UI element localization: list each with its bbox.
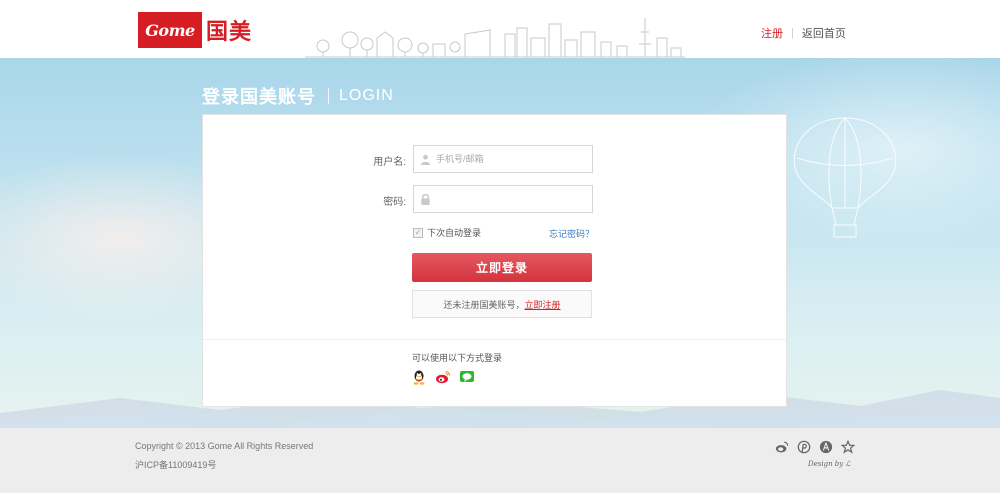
footer: Copyright © 2013 Gome All Rights Reserve… — [0, 428, 1000, 493]
register-now-link[interactable]: 立即注册 — [525, 298, 561, 311]
login-button[interactable]: 立即登录 — [412, 253, 592, 282]
hot-air-balloon-illustration — [793, 117, 897, 238]
username-input[interactable] — [436, 146, 592, 172]
username-field-wrapper — [413, 145, 593, 173]
password-input[interactable] — [436, 186, 592, 212]
user-icon — [414, 146, 436, 172]
logo-badge: Gome — [138, 12, 202, 48]
header: Gome 国美 注册 | 返回首页 — [0, 0, 1000, 58]
logo-chinese-text: 国美 — [206, 19, 253, 44]
lock-icon — [414, 186, 436, 212]
register-link[interactable]: 注册 — [761, 25, 783, 41]
remember-me-label: 下次自动登录 — [427, 228, 482, 238]
card-divider — [203, 339, 786, 340]
password-label: 密码: — [383, 197, 406, 208]
weibo-icon[interactable] — [435, 369, 451, 385]
city-skyline-illustration — [305, 18, 685, 58]
social-login-heading: 可以使用以下方式登录 — [412, 353, 503, 363]
register-prompt: 还未注册国美账号， 立即注册 — [412, 290, 592, 318]
back-to-home-link[interactable]: 返回首页 — [802, 25, 846, 41]
username-label: 用户名: — [373, 157, 406, 168]
star-icon[interactable] — [840, 439, 856, 454]
title-chinese: 登录国美账号 — [202, 87, 316, 107]
social-login-icons — [411, 369, 475, 385]
login-card: 用户名: 密码: ✓ 下次自动登录 忘记密码？ 立即登录 还未注册国美账号， 立… — [202, 114, 787, 407]
password-field-wrapper — [413, 185, 593, 213]
link-separator: | — [791, 27, 794, 39]
remember-me: ✓ 下次自动登录 — [413, 226, 481, 239]
footer-social-icons — [775, 439, 856, 454]
top-links: 注册 | 返回首页 — [761, 25, 846, 41]
title-english: LOGIN — [339, 87, 394, 104]
register-prompt-text: 还未注册国美账号， — [443, 299, 525, 310]
leaf-icon[interactable] — [819, 440, 833, 454]
weibo-icon[interactable] — [775, 440, 789, 454]
remember-me-checkbox[interactable]: ✓ — [413, 227, 423, 238]
page-title: 登录国美账号 LOGIN — [202, 83, 394, 109]
icp-license: 沪ICP备11009419号 — [135, 460, 217, 470]
copyright-text: Copyright © 2013 Gome All Rights Reserve… — [135, 441, 314, 451]
gome-logo[interactable]: Gome 国美 — [138, 12, 252, 48]
qq-icon[interactable] — [411, 369, 427, 385]
design-credit: Design by ℒ — [808, 460, 851, 468]
title-divider — [328, 88, 329, 104]
forgot-password-link[interactable]: 忘记密码？ — [549, 227, 594, 240]
wechat-icon[interactable] — [459, 369, 475, 385]
pinterest-icon[interactable] — [797, 440, 811, 454]
